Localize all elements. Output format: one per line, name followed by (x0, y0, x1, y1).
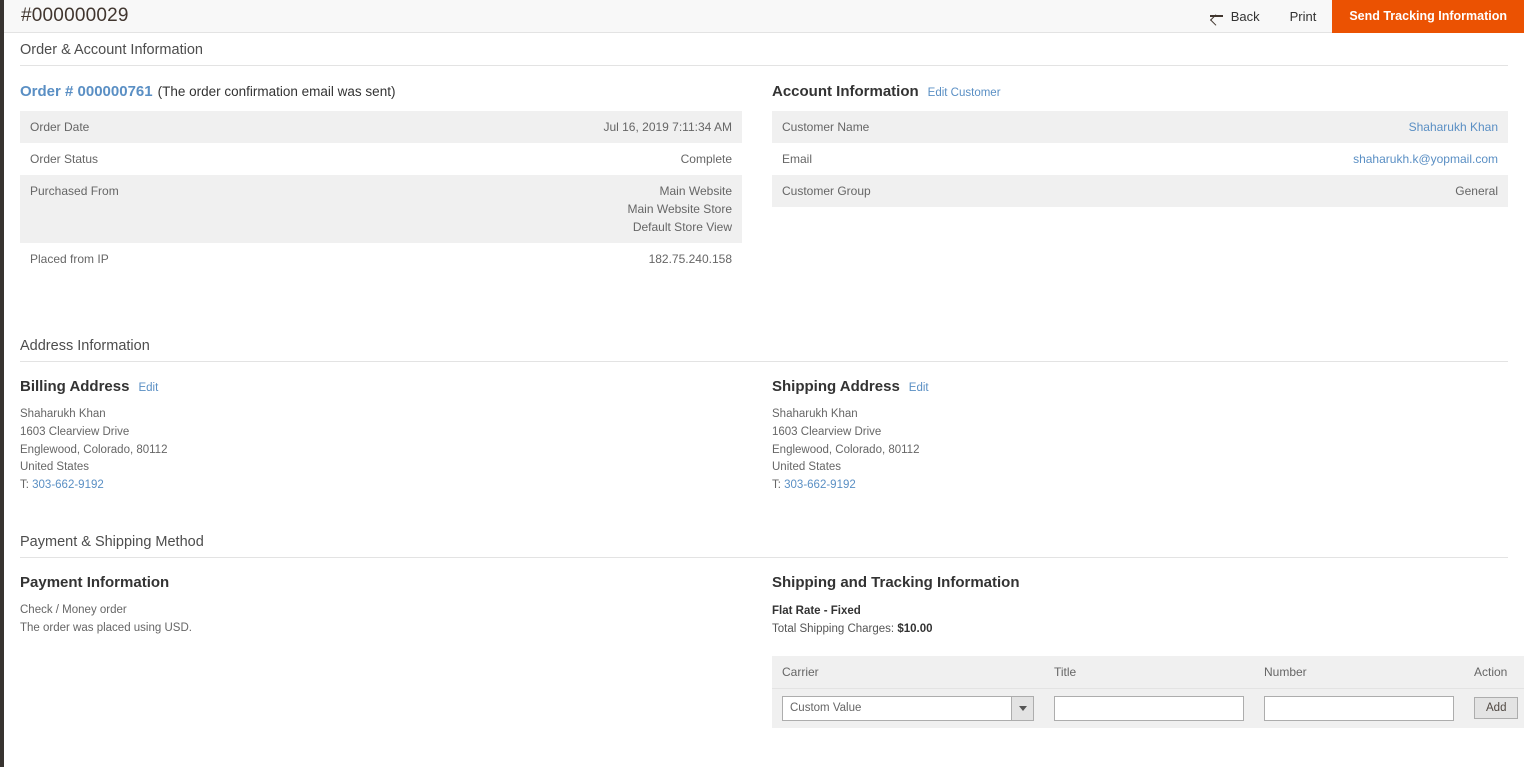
page-content: Order & Account Information Order # 0000… (4, 33, 1524, 767)
payment-information-panel: Payment Information Check / Money order … (20, 574, 764, 728)
billing-address-title: Billing Address Edit (20, 378, 742, 395)
row-value: 182.75.240.158 (648, 252, 732, 266)
shipping-method-name: Flat Rate - Fixed (772, 605, 861, 618)
row-label: Purchased From (30, 184, 119, 198)
billing-phone-row: T: 303-662-9192 (20, 477, 742, 495)
shipping-address-panel: Shipping Address Edit Shaharukh Khan 160… (764, 378, 1508, 495)
billing-address-panel: Billing Address Edit Shaharukh Khan 1603… (20, 378, 764, 495)
section-heading-items-shipped: Items Shipped (20, 758, 1508, 767)
order-number-link[interactable]: Order # 000000761 (20, 83, 153, 100)
account-information-title: Account Information Edit Customer (772, 83, 1508, 100)
payment-information-title: Payment Information (20, 574, 742, 591)
carrier-select[interactable]: Custom Value (782, 695, 1034, 721)
header-actions: Back Print Send Tracking Information (1196, 0, 1524, 33)
shipping-address-label: Shipping Address (772, 378, 900, 395)
table-row: Order Status Complete (20, 143, 742, 175)
order-information-table: Order Date Jul 16, 2019 7:11:34 AM Order… (20, 111, 742, 275)
tracking-table-header-row: Carrier Title Number Action (772, 655, 1524, 689)
back-button[interactable]: Back (1196, 0, 1274, 33)
chevron-down-icon[interactable] (1011, 696, 1033, 720)
column-header-action: Action (1464, 655, 1524, 689)
shipping-phone-row: T: 303-662-9192 (772, 477, 1508, 495)
edit-shipping-address-link[interactable]: Edit (909, 382, 929, 394)
shipping-method-block: Flat Rate - Fixed Total Shipping Charges… (772, 602, 1508, 639)
back-button-label: Back (1230, 8, 1260, 24)
billing-city-region-zip: Englewood, Colorado, 80112 (20, 443, 168, 456)
customer-name-link[interactable]: Shaharukh Khan (1409, 120, 1498, 134)
table-row: Customer Name Shaharukh Khan (772, 111, 1508, 143)
row-value: Complete (680, 152, 732, 166)
table-row: Order Date Jul 16, 2019 7:11:34 AM (20, 111, 742, 143)
account-information-label: Account Information (772, 83, 919, 100)
shipping-street: 1603 Clearview Drive (772, 425, 882, 438)
billing-address-block: Shaharukh Khan 1603 Clearview Drive Engl… (20, 406, 742, 495)
page-title: #000000029 (21, 5, 129, 26)
tracking-title-input[interactable] (1054, 695, 1244, 721)
account-information-panel: Account Information Edit Customer Custom… (764, 83, 1508, 275)
row-label: Customer Group (782, 184, 871, 198)
shipping-country: United States (772, 461, 842, 474)
column-header-title: Title (1044, 655, 1254, 689)
tracking-table: Carrier Title Number Action Custom Value (772, 655, 1524, 728)
shipping-charges-row: Total Shipping Charges: $10.00 (772, 620, 1508, 638)
table-row: Purchased From Main Website Main Website… (20, 175, 742, 243)
page-header: #000000029 Back Print Send Tracking Info… (4, 0, 1524, 33)
shipping-phone-prefix: T: (772, 479, 785, 492)
payment-currency-note: The order was placed using USD. (20, 621, 192, 634)
order-email-status: (The order confirmation email was sent) (157, 84, 396, 99)
billing-street: 1603 Clearview Drive (20, 425, 130, 438)
send-tracking-information-button[interactable]: Send Tracking Information (1332, 0, 1524, 33)
billing-phone-link[interactable]: 303-662-9192 (32, 479, 104, 491)
billing-country: United States (20, 461, 90, 474)
tracking-table-row: Custom Value Add (772, 688, 1524, 728)
billing-phone-prefix: T: (20, 479, 33, 492)
shipping-address-title: Shipping Address Edit (772, 378, 1508, 395)
shipping-charges-value: $10.00 (897, 623, 933, 636)
shipping-tracking-label: Shipping and Tracking Information (772, 574, 1020, 592)
shipping-charges-label: Total Shipping Charges: (772, 623, 895, 636)
row-label: Email (782, 152, 813, 166)
row-label: Order Status (30, 152, 99, 166)
shipping-phone-link[interactable]: 303-662-9192 (784, 479, 856, 491)
edit-billing-address-link[interactable]: Edit (138, 382, 158, 394)
table-row: Customer Group General (772, 175, 1508, 207)
shipping-address-block: Shaharukh Khan 1603 Clearview Drive Engl… (772, 406, 1508, 495)
shipping-tracking-panel: Shipping and Tracking Information Flat R… (764, 574, 1524, 728)
edit-customer-link[interactable]: Edit Customer (928, 87, 1001, 99)
order-information-panel: Order # 000000761 (The order confirmatio… (20, 83, 764, 275)
table-row: Email shaharukh.k@yopmail.com (772, 143, 1508, 175)
carrier-select-value: Custom Value (790, 702, 862, 715)
row-value: Jul 16, 2019 7:11:34 AM (603, 120, 732, 134)
section-heading-address: Address Information (20, 329, 1508, 362)
arrow-left-icon (1209, 10, 1224, 22)
row-label: Order Date (30, 120, 90, 134)
billing-name: Shaharukh Khan (20, 408, 106, 420)
section-heading-payment-shipping: Payment & Shipping Method (20, 525, 1508, 559)
account-information-table: Customer Name Shaharukh Khan Email shaha… (772, 111, 1508, 207)
order-title: Order # 000000761 (The order confirmatio… (20, 83, 742, 100)
payment-method: Check / Money order (20, 604, 127, 617)
customer-email-link[interactable]: shaharukh.k@yopmail.com (1353, 152, 1498, 166)
shipping-city-region-zip: Englewood, Colorado, 80112 (772, 443, 920, 456)
row-value: General (1455, 184, 1498, 198)
print-button[interactable]: Print (1274, 0, 1333, 33)
add-tracking-button[interactable]: Add (1474, 697, 1519, 720)
shipping-name: Shaharukh Khan (772, 408, 858, 420)
shipping-tracking-title: Shipping and Tracking Information (772, 574, 1508, 591)
section-heading-order-account: Order & Account Information (20, 33, 1508, 66)
payment-information-label: Payment Information (20, 574, 170, 592)
row-label: Placed from IP (30, 252, 109, 266)
column-header-carrier: Carrier (772, 655, 1044, 689)
row-label: Customer Name (782, 120, 870, 134)
payment-information-block: Check / Money order The order was placed… (20, 602, 742, 638)
billing-address-label: Billing Address (20, 378, 130, 395)
row-value: Main Website Main Website Store Default … (627, 184, 733, 234)
tracking-number-input[interactable] (1264, 695, 1454, 721)
column-header-number: Number (1254, 655, 1464, 689)
table-row: Placed from IP 182.75.240.158 (20, 243, 742, 275)
